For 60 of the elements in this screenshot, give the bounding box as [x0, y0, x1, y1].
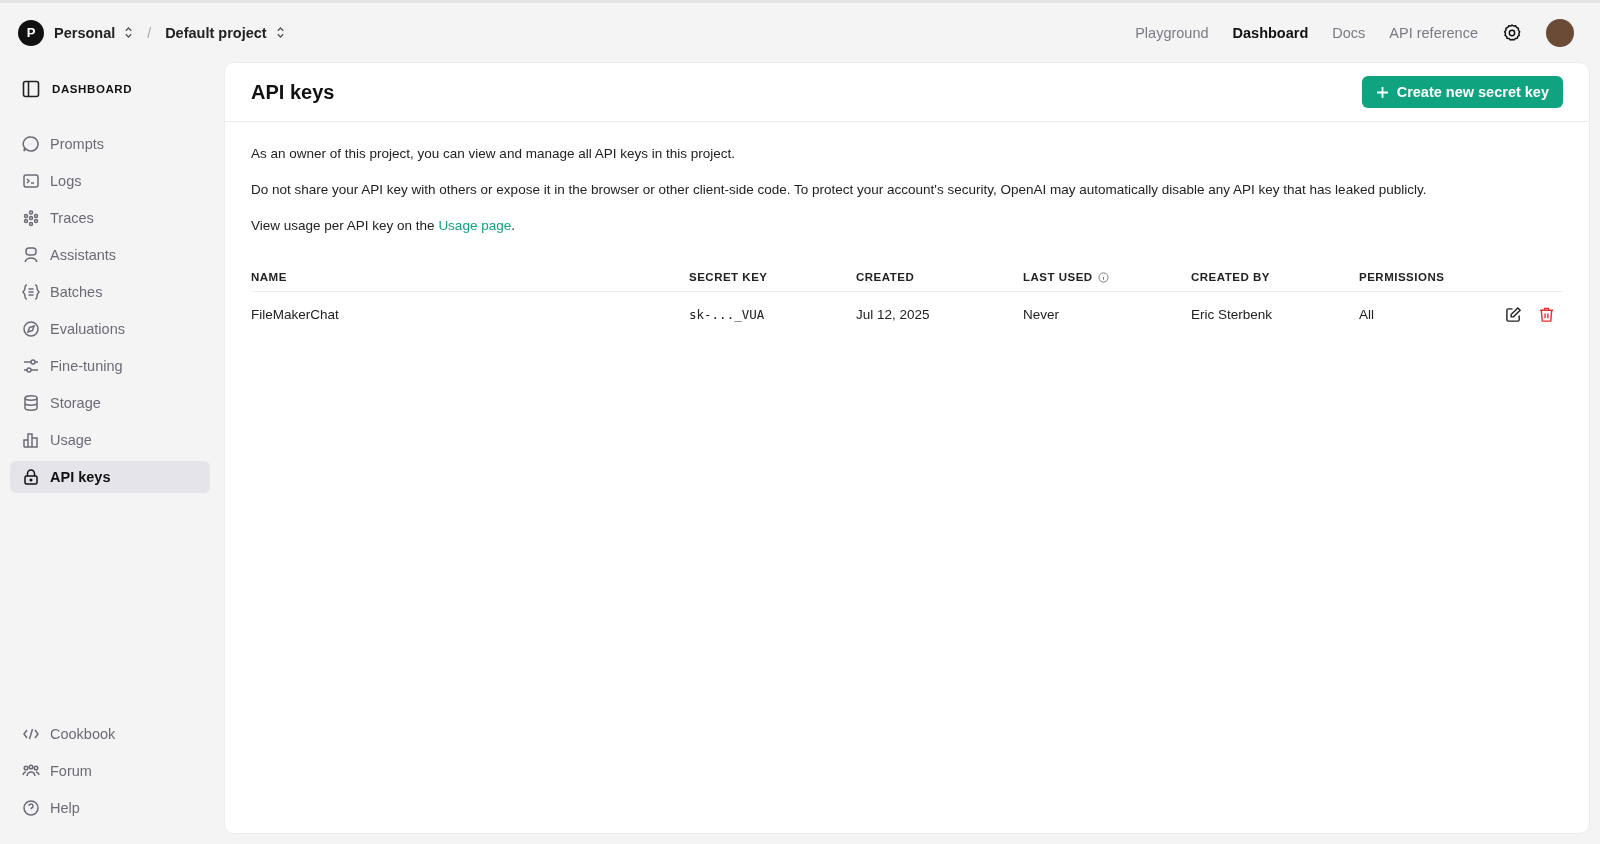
nav-link[interactable]: Docs — [1332, 24, 1366, 41]
sidebar-item[interactable]: Forum — [10, 755, 210, 787]
chat-bubble-icon — [22, 135, 40, 153]
edit-icon[interactable] — [1505, 306, 1522, 323]
settings-icon[interactable] — [1502, 22, 1522, 43]
help-icon — [22, 799, 40, 817]
compass-icon — [22, 320, 40, 338]
delete-icon[interactable] — [1538, 306, 1555, 323]
sidebar-item[interactable]: Prompts — [10, 128, 210, 160]
table-cell: sk-..._VUA — [689, 307, 765, 322]
lock-icon — [22, 468, 40, 486]
sidebar-toggle-icon[interactable] — [22, 80, 40, 98]
page-title: API keys — [251, 80, 335, 104]
sidebar-item[interactable]: Help — [10, 792, 210, 824]
sidebar-item[interactable]: Assistants — [10, 239, 210, 271]
create-key-button[interactable]: Create new secret key — [1361, 76, 1563, 108]
column-header: SECRET KEY — [689, 271, 768, 283]
avatar[interactable] — [1546, 18, 1574, 47]
table-cell: Eric Sterbenk — [1191, 307, 1273, 322]
nav-link[interactable]: Dashboard — [1232, 24, 1309, 41]
braces-icon — [22, 283, 40, 301]
table-cell: FileMakerChat — [251, 307, 339, 322]
sidebar-item[interactable]: Storage — [10, 387, 210, 419]
sidebar-item[interactable]: Logs — [10, 165, 210, 197]
info-icon[interactable] — [1097, 271, 1109, 283]
sidebar-item[interactable]: Fine-tuning — [10, 350, 210, 382]
org-avatar[interactable]: P — [18, 19, 44, 46]
table-cell: All — [1359, 307, 1374, 322]
sidebar-item[interactable]: Cookbook — [10, 718, 210, 750]
sidebar-item[interactable]: Traces — [10, 202, 210, 234]
column-header: LAST USED — [1023, 271, 1109, 283]
chevron-updown-icon — [124, 26, 134, 39]
column-header: CREATED BY — [1191, 271, 1270, 283]
description-text: Do not share your API key with others or expose it in the browser or other client-side code. To protect your account's security, OpenAI may automatically disable any API key that has leaked publicly. — [251, 182, 1428, 197]
usage-note: View usage per API key on the Usage page. — [251, 218, 516, 233]
plus-icon — [1375, 85, 1389, 99]
robot-icon — [22, 246, 40, 264]
description-text: As an owner of this project, you can view and manage all API keys in this project. — [251, 146, 736, 161]
project-switcher[interactable]: Default project — [165, 24, 285, 41]
nav-link[interactable]: API reference — [1389, 24, 1478, 41]
table-cell: Never — [1023, 307, 1059, 322]
usage-page-link[interactable]: Usage page — [438, 218, 512, 233]
chevron-updown-icon — [275, 26, 285, 39]
org-switcher[interactable]: Personal — [54, 24, 134, 41]
table-cell: Jul 12, 2025 — [856, 307, 930, 322]
column-header: NAME — [251, 271, 287, 283]
breadcrumb-separator: / — [147, 24, 152, 41]
terminal-icon — [22, 172, 40, 190]
sidebar-item[interactable]: Evaluations — [10, 313, 210, 345]
sidebar-item[interactable]: Usage — [10, 424, 210, 456]
sidebar-item[interactable]: Batches — [10, 276, 210, 308]
nav-link[interactable]: Playground — [1135, 24, 1209, 41]
sidebar-item[interactable]: API keys — [10, 461, 210, 493]
database-icon — [22, 394, 40, 412]
column-header: PERMISSIONS — [1359, 271, 1445, 283]
column-header: CREATED — [856, 271, 915, 283]
sliders-icon — [22, 357, 40, 375]
dots-cluster-icon — [22, 209, 40, 227]
bar-chart-icon — [22, 431, 40, 449]
sidebar-heading: DASHBOARD — [52, 83, 133, 95]
